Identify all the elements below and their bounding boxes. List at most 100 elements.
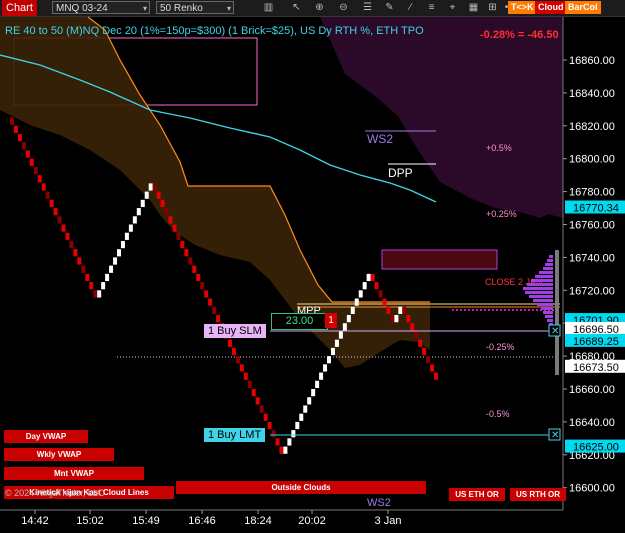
renko-brick <box>434 372 438 380</box>
price-marker-label: 16689.25 <box>573 336 619 348</box>
renko-brick <box>315 380 320 388</box>
renko-brick <box>10 117 14 125</box>
volume-profile <box>523 255 553 326</box>
volume-bar <box>543 311 553 314</box>
renko-brick <box>342 323 347 331</box>
renko-brick <box>263 413 268 421</box>
renko-brick <box>101 282 106 290</box>
volume-bar <box>533 299 553 302</box>
renko-brick <box>156 191 161 199</box>
volume-bar <box>529 295 553 298</box>
price-tick-label: 16820.00 <box>569 121 615 133</box>
renko-brick <box>148 183 153 191</box>
renko-brick <box>430 364 435 372</box>
renko-brick <box>49 199 54 208</box>
renko-brick <box>61 224 66 232</box>
price-marker-label: 16625.00 <box>573 442 619 454</box>
renko-brick <box>259 405 264 413</box>
renko-brick <box>192 265 197 273</box>
renko-brick <box>81 265 86 273</box>
renko-brick <box>279 446 284 454</box>
time-tick-label: 20:02 <box>298 515 326 527</box>
renko-brick <box>204 290 209 298</box>
renko-brick <box>37 175 42 183</box>
volume-bar <box>545 315 553 318</box>
time-axis[interactable]: 14:42 15:02 15:49 16:46 18:24 20:02 3 Jan <box>21 510 401 527</box>
renko-brick <box>89 282 94 290</box>
renko-brick <box>243 372 248 380</box>
renko-brick <box>140 199 145 208</box>
time-tick-label: 15:02 <box>76 515 104 527</box>
renko-brick <box>17 134 22 142</box>
renko-brick <box>41 183 46 191</box>
renko-brick <box>200 282 205 290</box>
renko-brick <box>65 232 70 240</box>
time-tick-label: 14:42 <box>21 515 49 527</box>
renko-brick <box>93 290 98 298</box>
renko-brick <box>390 314 395 323</box>
buy-lmt-order[interactable]: 1 Buy LMT <box>204 428 266 442</box>
wkly-vwap-button[interactable]: Wkly VWAP <box>4 448 114 461</box>
pct-label: +0.25% <box>486 209 517 219</box>
pct-label: +0.5% <box>486 143 512 153</box>
pct-label: -0.5% <box>486 409 510 419</box>
renko-brick <box>426 356 431 364</box>
renko-brick <box>374 282 379 290</box>
position-count[interactable]: 1 <box>325 313 337 328</box>
renko-brick <box>319 372 324 380</box>
renko-brick <box>69 240 74 249</box>
renko-brick <box>378 290 383 298</box>
renko-brick <box>168 216 173 224</box>
renko-brick <box>307 397 312 405</box>
renko-brick <box>77 257 82 265</box>
renko-brick <box>188 257 193 265</box>
renko-brick <box>410 323 415 331</box>
pct-label: -0.25% <box>486 342 515 352</box>
renko-brick <box>196 273 201 282</box>
mnt-vwap-button[interactable]: Mnt VWAP <box>4 467 144 480</box>
renko-brick <box>350 306 355 314</box>
volume-bar <box>549 255 553 258</box>
renko-brick <box>53 208 58 216</box>
renko-brick <box>85 273 90 282</box>
time-tick-label: 18:24 <box>244 515 272 527</box>
volume-bar <box>525 291 553 294</box>
volume-bar <box>523 287 553 290</box>
renko-brick <box>299 413 304 421</box>
ws2-bottom-label: WS2 <box>367 497 391 509</box>
us-rth-or-button[interactable]: US RTH OR <box>510 488 566 501</box>
renko-brick <box>152 183 157 191</box>
renko-brick <box>172 224 177 232</box>
renko-brick <box>346 314 351 323</box>
renko-brick <box>422 347 427 356</box>
renko-brick <box>358 290 363 298</box>
outside-clouds-button[interactable]: Outside Clouds <box>176 481 426 494</box>
renko-brick <box>116 249 121 257</box>
renko-brick <box>275 438 280 446</box>
renko-brick <box>398 306 403 314</box>
us-eth-or-button[interactable]: US ETH OR <box>449 488 505 501</box>
renko-brick <box>323 364 328 372</box>
renko-brick <box>132 216 137 224</box>
renko-brick <box>295 421 300 430</box>
renko-brick <box>184 249 189 257</box>
position-qty[interactable]: 23.00 <box>271 313 328 330</box>
price-tick-label: 16800.00 <box>569 154 615 166</box>
renko-brick <box>418 339 423 347</box>
day-vwap-button[interactable]: Day VWAP <box>4 430 88 443</box>
price-tick-label: 16740.00 <box>569 252 615 264</box>
renko-brick <box>136 208 141 216</box>
volume-bar <box>547 319 553 322</box>
renko-brick <box>144 191 149 199</box>
price-axis[interactable]: 16860.00 16840.00 16820.00 16800.00 16780.00… <box>563 55 625 495</box>
volume-bar <box>535 275 553 278</box>
renko-brick <box>25 150 30 158</box>
renko-bricks <box>10 117 438 454</box>
renko-brick <box>386 306 391 314</box>
supply-zone <box>381 249 498 270</box>
renko-brick <box>113 257 118 265</box>
price-tick-label: 16760.00 <box>569 220 615 232</box>
renko-brick <box>73 249 78 257</box>
renko-brick <box>239 364 244 372</box>
buy-slm-order[interactable]: 1 Buy SLM <box>204 324 266 338</box>
